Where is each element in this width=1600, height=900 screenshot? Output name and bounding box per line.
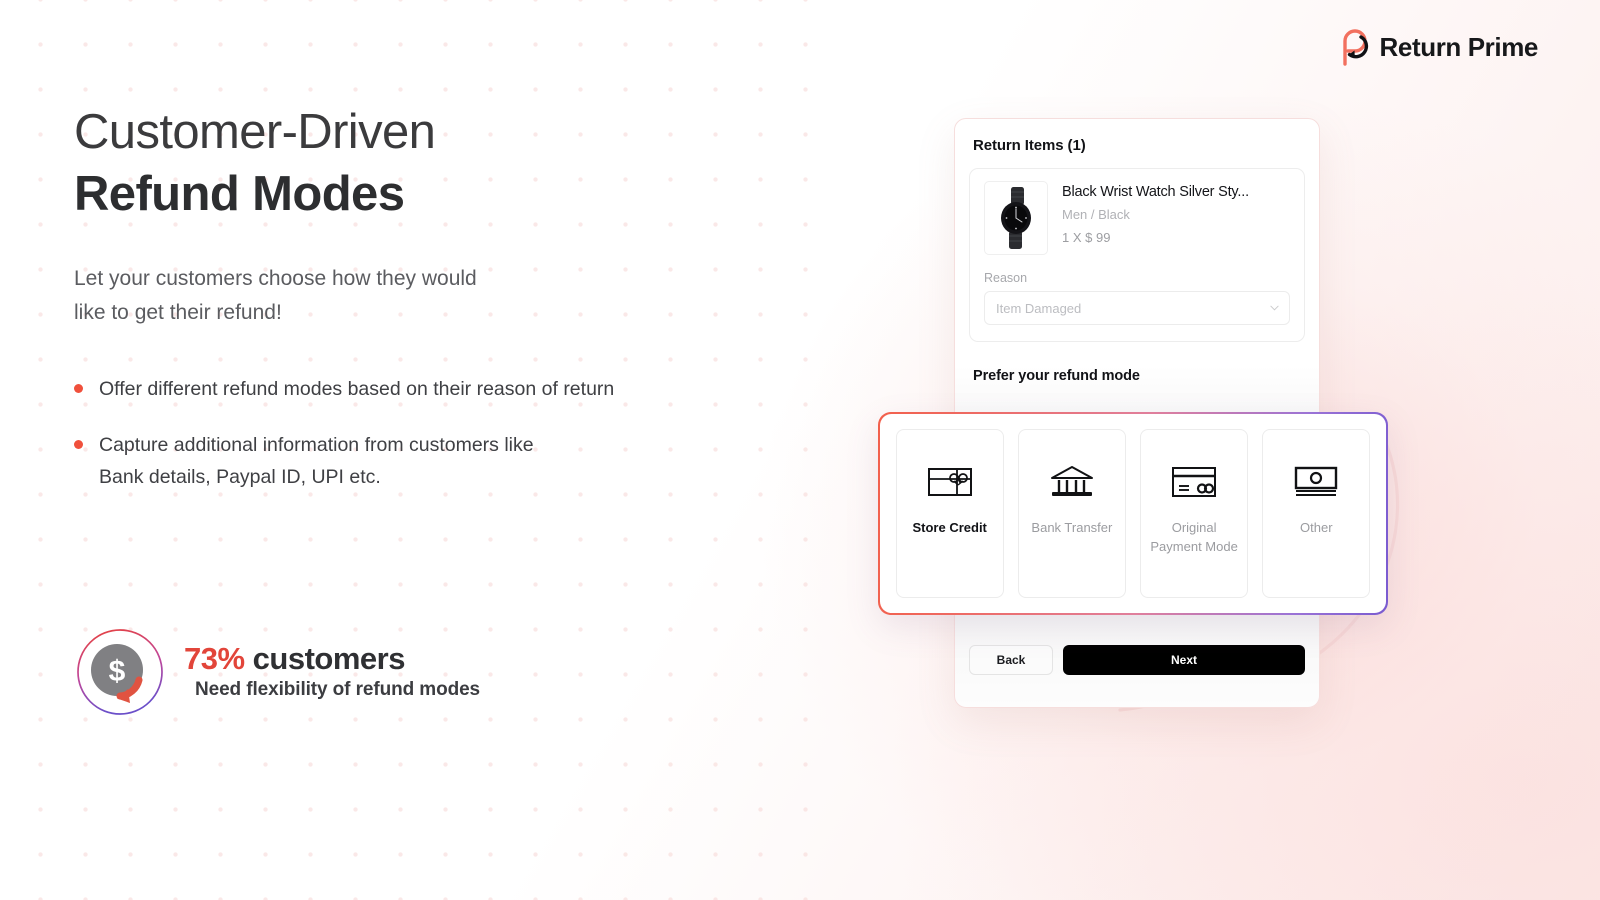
list-item: Capture additional information from cust… <box>74 430 834 494</box>
stat-percent: 73% <box>184 640 245 676</box>
return-item-details: Black Wrist Watch Silver Sty... Men / Bl… <box>1062 181 1249 255</box>
refund-mode-label: Original Payment Mode <box>1150 519 1238 555</box>
slide-canvas: Return Prime Customer-Driven Refund Mode… <box>0 0 1600 900</box>
brand-name: Return Prime <box>1379 31 1539 62</box>
stat-text: 73% customers Need flexibility of refund… <box>184 641 480 704</box>
bullet-dot-icon <box>74 383 83 393</box>
stat-badge: $ 73% customers Need flexibility of refu… <box>76 628 480 716</box>
next-button[interactable]: Next <box>1063 645 1305 675</box>
reason-select[interactable]: Item Damaged <box>984 291 1290 325</box>
hero-subtitle-line-2: like to get their refund! <box>74 300 282 324</box>
product-name: Black Wrist Watch Silver Sty... <box>1062 184 1249 200</box>
black-wrist-watch-image <box>984 181 1048 255</box>
refund-mode-original-payment[interactable]: Original Payment Mode <box>1140 428 1249 599</box>
banknote-icon <box>1293 460 1339 504</box>
brand-logo: Return Prime <box>1337 28 1538 66</box>
list-item: Offer different refund modes based on th… <box>74 374 834 406</box>
refund-mode-store-credit[interactable]: Store Credit <box>895 428 1004 599</box>
stat-headline-rest: customers <box>244 640 406 676</box>
hero-subtitle-line-1: Let your customers choose how they would <box>74 266 477 290</box>
bullet-text-line-1: Capture additional information from cust… <box>99 434 534 457</box>
reason-label: Reason <box>984 271 1028 285</box>
hero-title-line-2: Refund Modes <box>74 166 405 221</box>
bullet-dot-icon <box>74 440 83 450</box>
product-quantity-price: 1 X $ 99 <box>1062 230 1111 245</box>
refund-mode-other[interactable]: Other <box>1262 428 1371 599</box>
bullet-text: Offer different refund modes based on th… <box>99 377 615 400</box>
hero-title-line-1: Customer-Driven <box>74 105 436 159</box>
refund-mode-label: Other <box>1300 519 1333 535</box>
wizard-actions: Back Next <box>969 645 1305 675</box>
return-prime-logo-icon <box>1342 29 1368 66</box>
credit-card-icon <box>1171 460 1217 504</box>
reason-value: Item Damaged <box>996 300 1082 316</box>
gift-card-icon <box>927 460 973 504</box>
svg-text:$: $ <box>109 655 126 688</box>
chevron-down-icon <box>1270 305 1279 311</box>
hero-subtitle: Let your customers choose how they would… <box>74 262 834 330</box>
refund-mode-label: Store Credit <box>912 519 987 535</box>
return-items-heading: Return Items (1) <box>973 137 1086 154</box>
hero-copy: Customer-Driven Refund Modes Let your cu… <box>74 104 834 519</box>
bullet-text-line-2: Bank details, Paypal ID, UPI etc. <box>99 466 381 489</box>
bank-icon <box>1050 460 1094 504</box>
refund-mode-label: Bank Transfer <box>1031 519 1113 535</box>
return-item-row: Black Wrist Watch Silver Sty... Men / Bl… <box>984 181 1290 255</box>
refund-modes-row: Store Credit Bank Transfer Original Paym… <box>879 413 1387 614</box>
return-item-card: Black Wrist Watch Silver Sty... Men / Bl… <box>969 168 1305 342</box>
feature-bullet-list: Offer different refund modes based on th… <box>74 374 834 494</box>
stat-caption: Need flexibility of refund modes <box>195 679 481 701</box>
refund-modes-highlight-panel: Store Credit Bank Transfer Original Paym… <box>878 412 1388 615</box>
product-variant: Men / Black <box>1062 207 1130 222</box>
back-button[interactable]: Back <box>969 645 1053 675</box>
prefer-refund-mode-heading: Prefer your refund mode <box>973 368 1140 384</box>
stat-headline: 73% customers <box>184 641 480 677</box>
dollar-refund-icon: $ <box>76 628 164 716</box>
bullet-text: Capture additional information from cust… <box>99 430 534 494</box>
refund-mode-bank-transfer[interactable]: Bank Transfer <box>1017 428 1126 599</box>
